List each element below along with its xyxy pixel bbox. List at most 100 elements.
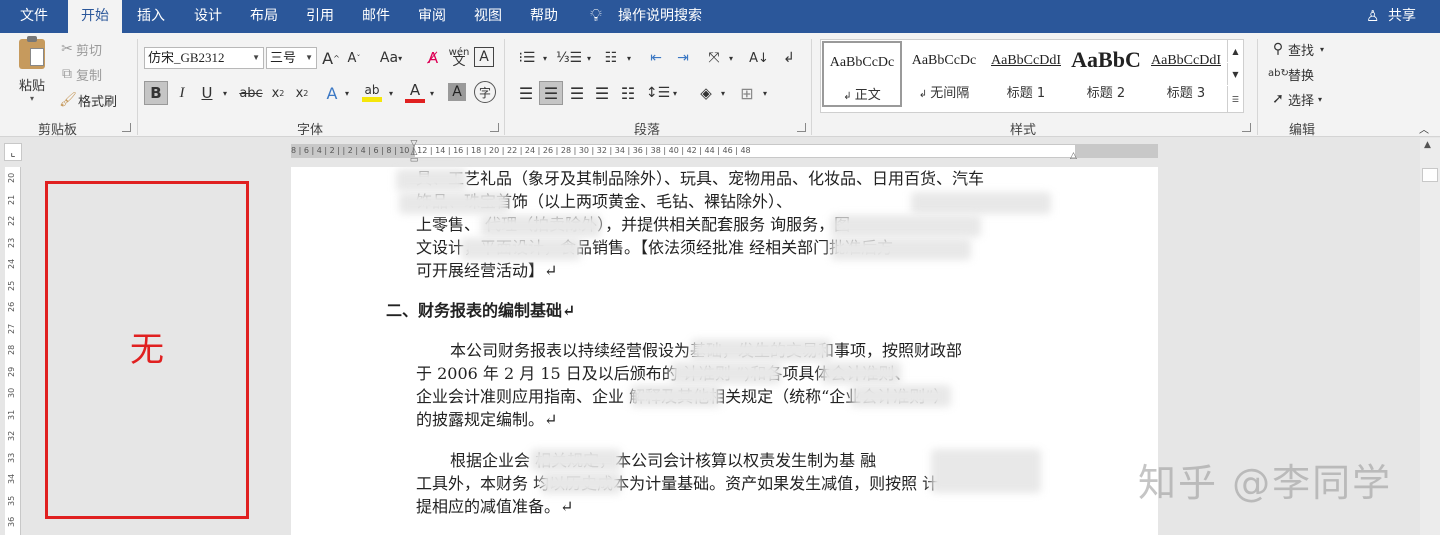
indent-marker-icon[interactable]: ▽ △ ▭ bbox=[409, 140, 419, 165]
bullets-icon[interactable]: ⁝☰ bbox=[514, 47, 540, 69]
align-right-icon[interactable]: ☰ bbox=[565, 81, 589, 105]
scroll-thumb[interactable] bbox=[1422, 168, 1438, 182]
superscript-button[interactable]: x2 bbox=[292, 81, 312, 105]
chevron-down-icon: ▾ bbox=[1320, 44, 1325, 54]
chevron-down-icon[interactable]: ▾ bbox=[718, 81, 728, 105]
style-heading-1[interactable]: AaBbCcDdI 标题 1 bbox=[986, 41, 1066, 107]
style-normal[interactable]: AaBbCcDc ↲ 正文 bbox=[822, 41, 902, 107]
scroll-up-icon[interactable]: ▲ bbox=[1424, 140, 1431, 150]
font-launcher-icon[interactable] bbox=[490, 123, 499, 132]
chevron-down-icon[interactable]: ▾ bbox=[540, 47, 550, 69]
chevron-down-icon[interactable]: ▾ bbox=[220, 81, 230, 105]
horizontal-ruler[interactable]: 8 | 6 | 4 | 2 | | 2 | 4 | 6 | 8 | 10 | 1… bbox=[291, 144, 1158, 158]
styles-launcher-icon[interactable] bbox=[1242, 123, 1251, 132]
ruler-tick-label: 36 bbox=[7, 516, 16, 527]
font-name-select[interactable]: 仿宋_GB2312 ▼ bbox=[144, 47, 264, 69]
subscript-button[interactable]: x2 bbox=[268, 81, 288, 105]
find-button[interactable]: ⚲ 查找 ▾ bbox=[1268, 39, 1324, 59]
chinese-layout-icon[interactable]: ⤧ bbox=[703, 47, 725, 69]
ruler-tick-label: 28 bbox=[7, 344, 16, 355]
show-formatting-icon[interactable]: ↲ bbox=[778, 47, 800, 69]
phonetic-guide-icon[interactable]: wén 文 bbox=[449, 45, 470, 69]
shading-icon[interactable]: ◈ bbox=[694, 81, 718, 105]
cut-label: 剪切 bbox=[76, 43, 103, 59]
chevron-down-icon[interactable]: ▾ bbox=[386, 81, 396, 105]
tab-selector-icon[interactable]: ⌞ bbox=[4, 143, 22, 161]
gallery-up-icon[interactable]: ▲ bbox=[1227, 40, 1243, 62]
right-indent-marker-icon[interactable]: △ bbox=[1070, 151, 1077, 161]
chevron-down-icon[interactable]: ▾ bbox=[760, 81, 770, 105]
chevron-down-icon[interactable]: ▾ bbox=[427, 81, 437, 105]
style-sample: AaBbC bbox=[1071, 47, 1141, 72]
replace-button[interactable]: ab↻ 替换 bbox=[1268, 64, 1314, 84]
change-case-icon[interactable]: Aa ▾ bbox=[376, 47, 406, 69]
vertical-scrollbar[interactable]: ▲ bbox=[1420, 138, 1440, 535]
clipboard-launcher-icon[interactable] bbox=[122, 123, 131, 132]
chevron-down-icon[interactable]: ▾ bbox=[624, 47, 634, 69]
sort-icon[interactable]: A↓ bbox=[748, 47, 770, 69]
clipboard-icon bbox=[19, 36, 45, 69]
tab-insert[interactable]: 插入 bbox=[137, 0, 165, 33]
select-button[interactable]: ➚ 选择 ▾ bbox=[1268, 89, 1322, 109]
tab-view[interactable]: 视图 bbox=[474, 0, 502, 33]
line-spacing-icon[interactable]: ↕☰ bbox=[646, 81, 670, 105]
style-no-spacing[interactable]: AaBbCcDc ↲ 无间隔 bbox=[904, 41, 984, 107]
shrink-font-icon[interactable]: Aˇ bbox=[344, 47, 364, 69]
underline-button[interactable]: U bbox=[197, 81, 217, 105]
chevron-down-icon[interactable]: ▾ bbox=[670, 81, 680, 105]
align-left-icon[interactable]: ☰ bbox=[514, 81, 538, 105]
align-center-icon[interactable]: ☰ bbox=[539, 81, 563, 105]
copy-button[interactable]: ⧉ 复制 bbox=[58, 65, 102, 84]
font-color-icon[interactable]: A bbox=[404, 79, 426, 105]
tab-help[interactable]: 帮助 bbox=[530, 0, 558, 33]
character-border-icon[interactable]: A bbox=[474, 47, 494, 67]
highlight-icon[interactable]: ab bbox=[361, 79, 383, 105]
style-heading-2[interactable]: AaBbC 标题 2 bbox=[1066, 41, 1146, 107]
bold-button[interactable]: B bbox=[144, 81, 168, 105]
strikethrough-button[interactable]: abc bbox=[239, 81, 263, 105]
paste-button[interactable]: 粘贴 ▾ bbox=[14, 36, 50, 103]
justify-icon[interactable]: ☰ bbox=[590, 81, 614, 105]
ruler-tick-label: 21 bbox=[7, 194, 16, 205]
multilevel-list-icon[interactable]: ☷ bbox=[598, 47, 624, 69]
increase-indent-icon[interactable]: ⇥ bbox=[672, 47, 694, 69]
cut-button[interactable]: ✂ 剪切 bbox=[58, 40, 103, 59]
ruler-tick-label: 35 bbox=[7, 495, 16, 506]
collapse-ribbon-icon[interactable]: ︿ bbox=[1416, 121, 1432, 136]
gallery-down-icon[interactable]: ▼ bbox=[1227, 63, 1243, 85]
tab-mailings[interactable]: 邮件 bbox=[362, 0, 390, 33]
format-painter-button[interactable]: 🖌︎ 格式刷 bbox=[58, 91, 117, 110]
numbering-icon[interactable]: ⅓☰ bbox=[556, 47, 582, 69]
document-page[interactable]: 具、工艺礼品（象牙及其制品除外）、玩具、宠物用品、化妆品、日用百货、汽车 饰品、珠… bbox=[291, 167, 1158, 535]
chevron-down-icon[interactable]: ▾ bbox=[726, 47, 736, 69]
tell-me-search[interactable]: 操作说明搜索 bbox=[618, 0, 702, 33]
divider bbox=[811, 39, 812, 135]
tab-review[interactable]: 审阅 bbox=[418, 0, 446, 33]
text-line: 具、工艺礼品（象牙及其制品除外）、玩具、宠物用品、化妆品、日用百货、汽车 bbox=[416, 169, 985, 188]
ruler-tick-label: 25 bbox=[7, 280, 16, 291]
gallery-more-icon[interactable]: ☰ bbox=[1227, 86, 1243, 112]
chevron-down-icon[interactable]: ▾ bbox=[584, 47, 594, 69]
character-shading-icon[interactable]: A bbox=[448, 83, 466, 101]
style-sample: AaBbCcDdI bbox=[991, 53, 1061, 68]
distributed-icon[interactable]: ☷ bbox=[616, 81, 640, 105]
tab-file[interactable]: 文件 bbox=[20, 0, 48, 33]
text-effects-icon[interactable]: A bbox=[322, 81, 342, 105]
paragraph-launcher-icon[interactable] bbox=[797, 123, 806, 132]
decrease-indent-icon[interactable]: ⇤ bbox=[645, 47, 667, 69]
style-heading-3[interactable]: AaBbCcDdI 标题 3 bbox=[1146, 41, 1226, 107]
enclose-characters-icon[interactable]: 字 bbox=[474, 81, 496, 103]
tab-references[interactable]: 引用 bbox=[306, 0, 334, 33]
chevron-down-icon: ▾ bbox=[1318, 94, 1323, 104]
borders-icon[interactable]: ⊞ bbox=[736, 81, 758, 105]
tab-design[interactable]: 设计 bbox=[194, 0, 222, 33]
italic-button[interactable]: I bbox=[172, 81, 192, 105]
font-size-select[interactable]: 三号 ▼ bbox=[266, 47, 317, 69]
tab-layout[interactable]: 布局 bbox=[250, 0, 278, 33]
share-button[interactable]: 共享 bbox=[1388, 0, 1416, 33]
style-name: 标题 2 bbox=[1086, 86, 1126, 101]
clear-formatting-icon[interactable]: A̸ bbox=[423, 47, 443, 69]
grow-font-icon[interactable]: A ^ bbox=[321, 47, 341, 69]
chevron-down-icon[interactable]: ▾ bbox=[342, 81, 352, 105]
tab-home[interactable]: 开始 bbox=[68, 0, 122, 33]
